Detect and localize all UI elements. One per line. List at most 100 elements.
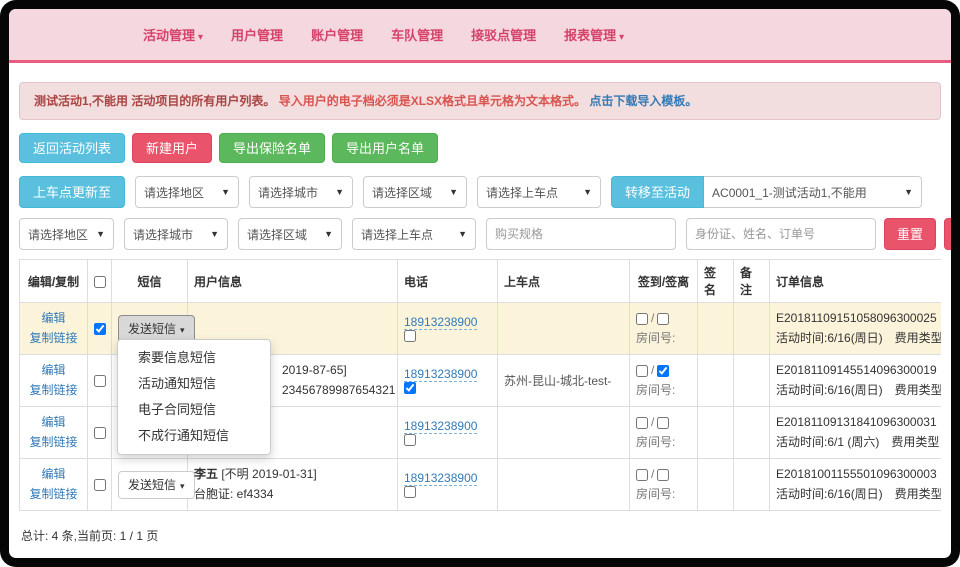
nav-item-report-management[interactable]: 报表管理▾	[550, 25, 638, 44]
new-user-button[interactable]: 新建用户	[132, 133, 212, 163]
order-detail: 活动时间:6/16(周日) 费用类型	[776, 329, 941, 348]
header-pickup-point: 上车点	[498, 260, 630, 303]
target-activity-select[interactable]: AC0001_1-测试活动1,不能用▼	[704, 176, 922, 208]
caret-down-icon: ▾	[198, 32, 203, 43]
back-to-activity-list-button[interactable]: 返回活动列表	[19, 133, 125, 163]
phone-link[interactable]: 18913238900	[404, 419, 477, 434]
caret-down-icon: ▼	[335, 187, 344, 197]
checkin-checkbox[interactable]	[636, 417, 648, 429]
menu-item-activity-notice-sms[interactable]: 活动通知短信	[118, 371, 270, 397]
phone-checkbox[interactable]	[404, 382, 416, 394]
checkout-checkbox[interactable]	[657, 417, 669, 429]
download-template-link[interactable]: 点击下载导入模板。	[589, 94, 697, 108]
user-info-line2: 23456789987654321	[282, 381, 391, 400]
reset-button[interactable]: 重置	[884, 218, 936, 250]
header-edit-copy: 编辑/复制	[20, 260, 88, 303]
copy-link[interactable]: 复制链接	[26, 433, 81, 452]
header-signature: 签名	[698, 260, 734, 303]
edit-link[interactable]: 编辑	[26, 465, 81, 484]
edit-link[interactable]: 编辑	[26, 413, 81, 432]
filter-row-1: 上车点更新至 请选择地区▼ 请选择城市▼ 请选择区域▼ 请选择上车点▼ 转移至活…	[19, 176, 941, 208]
export-user-list-button[interactable]: 导出用户名单	[332, 133, 438, 163]
search-input[interactable]	[686, 218, 876, 250]
caret-down-icon: ▼	[96, 229, 105, 239]
city-select-2[interactable]: 请选择城市▼	[124, 218, 228, 250]
order-detail: 活动时间:6/16(周日) 费用类型	[776, 381, 941, 400]
header-order-info: 订单信息	[770, 260, 942, 303]
phone-link[interactable]: 18913238900	[404, 471, 477, 486]
pickup-point-cell	[498, 303, 630, 355]
phone-checkbox[interactable]	[404, 486, 416, 498]
room-number-label: 房间号:	[636, 329, 691, 346]
room-number-label: 房间号:	[636, 485, 691, 502]
phone-link[interactable]: 18913238900	[404, 315, 477, 330]
copy-link[interactable]: 复制链接	[26, 381, 81, 400]
phone-checkbox[interactable]	[404, 330, 416, 342]
table-row: 编辑 复制链接 发送短信▾ 李五 [不明 2019-01-31] 台胞证: ef…	[20, 459, 942, 511]
purchase-spec-input[interactable]	[486, 218, 676, 250]
phone-link[interactable]: 18913238900	[404, 367, 477, 382]
caret-down-icon: ▼	[904, 187, 913, 197]
filter-row-2: 请选择地区▼ 请选择城市▼ 请选择区域▼ 请选择上车点▼ 重置 过滤	[19, 218, 941, 250]
pickup-point-select[interactable]: 请选择上车点▼	[477, 176, 601, 208]
header-sms: 短信	[112, 260, 188, 303]
district-select[interactable]: 请选择区域▼	[363, 176, 467, 208]
checkout-checkbox[interactable]	[657, 313, 669, 325]
room-number-label: 房间号:	[636, 433, 691, 450]
menu-item-request-info-sms[interactable]: 索要信息短信	[118, 345, 270, 371]
nav-item-fleet-management[interactable]: 车队管理	[377, 25, 457, 44]
alert-title-text: 测试活动1,不能用 活动项目的所有用户列表。	[34, 94, 275, 108]
menu-item-e-contract-sms[interactable]: 电子合同短信	[118, 397, 270, 423]
row-checkbox[interactable]	[94, 427, 106, 439]
caret-down-icon: ▼	[458, 229, 467, 239]
checkin-checkbox[interactable]	[636, 365, 648, 377]
table-header-row: 编辑/复制 短信 用户信息 电话 上车点 签到/签离 签名 备注 订单信息	[20, 260, 942, 303]
select-all-checkbox[interactable]	[94, 276, 106, 288]
room-number-label: 房间号:	[636, 381, 691, 398]
row-checkbox[interactable]	[94, 479, 106, 491]
district-select-2[interactable]: 请选择区域▼	[238, 218, 342, 250]
checkin-checkbox[interactable]	[636, 469, 648, 481]
row-checkbox[interactable]	[94, 375, 106, 387]
header-user-info: 用户信息	[188, 260, 398, 303]
edit-link[interactable]: 编辑	[26, 309, 81, 328]
transfer-to-activity-button[interactable]: 转移至活动	[611, 176, 704, 208]
pickup-point-select-2[interactable]: 请选择上车点▼	[352, 218, 476, 250]
sms-dropdown-menu: 索要信息短信 活动通知短信 电子合同短信 不成行通知短信	[117, 339, 271, 455]
caret-down-icon: ▼	[449, 187, 458, 197]
header-phone: 电话	[398, 260, 498, 303]
user-info-line1: 2019-87-65]	[282, 361, 391, 380]
edit-link[interactable]: 编辑	[26, 361, 81, 380]
order-detail: 活动时间:6/1 (周六) 费用类型	[776, 433, 941, 452]
caret-down-icon: ▼	[221, 187, 230, 197]
checkout-checkbox[interactable]	[657, 469, 669, 481]
screenshot-frame: 活动管理▾ 用户管理 账户管理 车队管理 接驳点管理 报表管理▾ 测试活动1,不…	[0, 0, 960, 567]
checkout-checkbox[interactable]	[657, 365, 669, 377]
caret-down-icon: ▼	[210, 229, 219, 239]
send-sms-button[interactable]: 发送短信▾	[118, 471, 195, 499]
pagination-summary: 总计: 4 条,当前页: 1 / 1 页	[19, 527, 941, 544]
update-pickup-point-button[interactable]: 上车点更新至	[19, 176, 125, 208]
region-select[interactable]: 请选择地区▼	[135, 176, 239, 208]
user-info-line2: 台胞证: ef4334	[194, 485, 391, 504]
export-insurance-list-button[interactable]: 导出保险名单	[219, 133, 325, 163]
city-select[interactable]: 请选择城市▼	[249, 176, 353, 208]
app-window: 活动管理▾ 用户管理 账户管理 车队管理 接驳点管理 报表管理▾ 测试活动1,不…	[9, 9, 951, 558]
menu-item-trip-cancel-notice-sms[interactable]: 不成行通知短信	[118, 423, 270, 449]
filter-button[interactable]: 过滤	[944, 218, 951, 250]
copy-link[interactable]: 复制链接	[26, 329, 81, 348]
pickup-point-cell: 苏州-昆山-城北-test-	[498, 355, 630, 407]
nav-item-shuttle-point-management[interactable]: 接驳点管理	[457, 25, 550, 44]
nav-item-account-management[interactable]: 账户管理	[297, 25, 377, 44]
region-select-2[interactable]: 请选择地区▼	[19, 218, 114, 250]
header-checkin-checkout: 签到/签离	[630, 260, 698, 303]
header-note: 备注	[734, 260, 770, 303]
row-checkbox[interactable]	[94, 323, 106, 335]
nav-item-activity-management[interactable]: 活动管理▾	[129, 25, 217, 44]
order-number: E20181001155501096300003	[776, 465, 941, 484]
copy-link[interactable]: 复制链接	[26, 485, 81, 504]
checkin-checkbox[interactable]	[636, 313, 648, 325]
alert-warning-text: 导入用户的电子档必须是XLSX格式且单元格为文本格式。	[279, 94, 586, 108]
phone-checkbox[interactable]	[404, 434, 416, 446]
nav-item-user-management[interactable]: 用户管理	[217, 25, 297, 44]
